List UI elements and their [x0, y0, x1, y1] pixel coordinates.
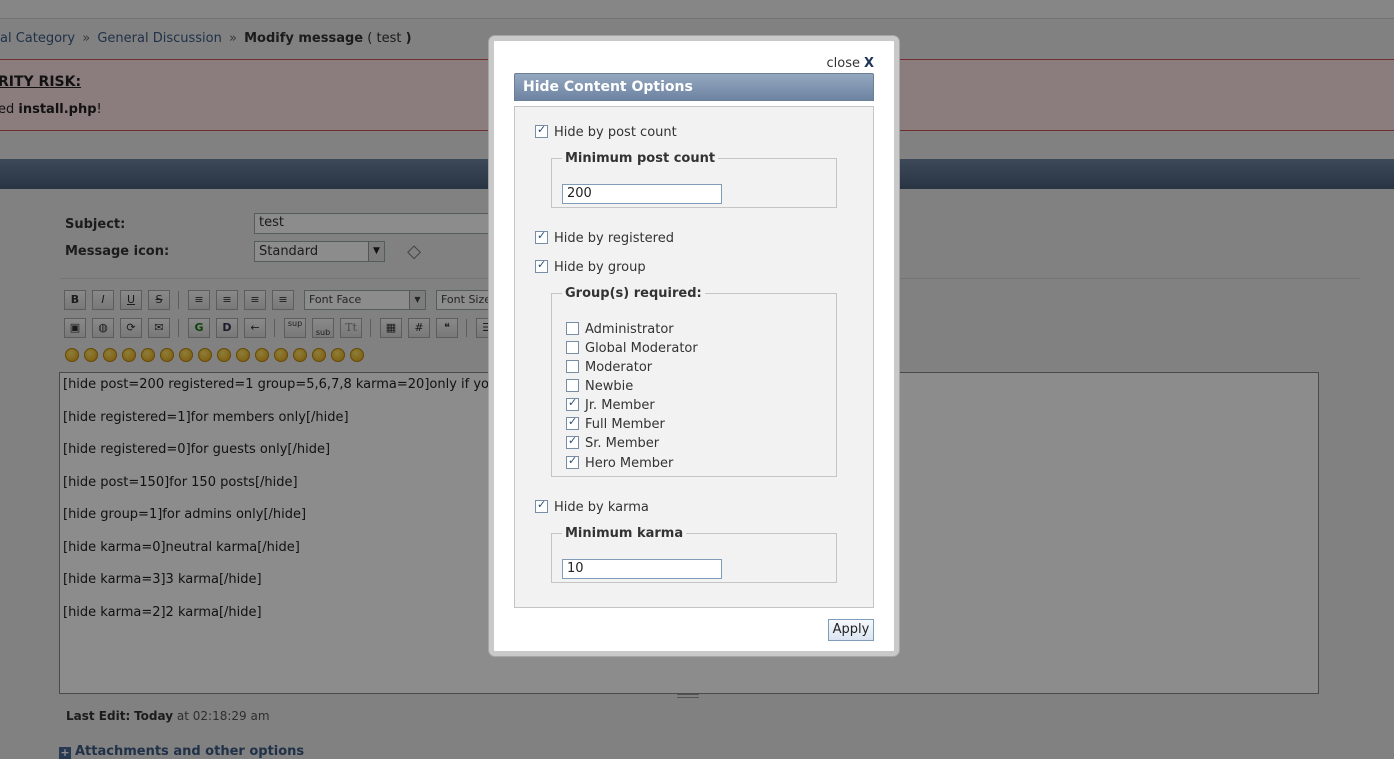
- hide-by-post-count-checkbox[interactable]: [535, 123, 548, 138]
- hide-by-group-option[interactable]: Hide by group: [535, 258, 646, 275]
- group-option-moderator[interactable]: Moderator: [566, 360, 652, 375]
- apply-button[interactable]: Apply: [828, 619, 874, 641]
- group-option-sr-member[interactable]: Sr. Member: [566, 434, 660, 451]
- hide-by-karma-checkbox[interactable]: [535, 498, 548, 513]
- modal-body: Hide by post count Minimum post count 20…: [514, 106, 874, 608]
- min-post-count-input[interactable]: 200: [562, 184, 722, 204]
- min-karma-input[interactable]: 10: [562, 559, 722, 579]
- group-checkbox[interactable]: [566, 379, 579, 392]
- group-option-newbie[interactable]: Newbie: [566, 379, 633, 394]
- hide-by-group-label: Hide by group: [554, 260, 646, 275]
- hide-by-post-count-option[interactable]: Hide by post count: [535, 123, 677, 140]
- group-checkbox[interactable]: [566, 360, 579, 373]
- hide-content-modal: close X Hide Content Options Hide by post…: [489, 36, 899, 656]
- close-button[interactable]: close X: [826, 56, 874, 71]
- hide-by-post-count-label: Hide by post count: [554, 125, 677, 140]
- group-checkbox[interactable]: [566, 341, 579, 354]
- group-checkbox[interactable]: [566, 396, 579, 411]
- hide-by-registered-option[interactable]: Hide by registered: [535, 229, 674, 246]
- group-option-hero-member[interactable]: Hero Member: [566, 454, 674, 471]
- groups-required-legend: Group(s) required:: [565, 286, 702, 301]
- modal-title: Hide Content Options: [514, 73, 874, 101]
- group-label: Newbie: [585, 379, 634, 394]
- group-checkbox[interactable]: [566, 454, 579, 469]
- group-label: Hero Member: [585, 456, 674, 471]
- hide-by-registered-checkbox[interactable]: [535, 229, 548, 244]
- group-label: Administrator: [585, 322, 674, 337]
- group-option-jr-member[interactable]: Jr. Member: [566, 396, 655, 413]
- group-label: Sr. Member: [585, 436, 660, 451]
- min-post-count-legend: Minimum post count: [565, 151, 716, 166]
- group-option-administrator[interactable]: Administrator: [566, 322, 674, 337]
- group-checkbox[interactable]: [566, 322, 579, 335]
- group-label: Jr. Member: [585, 398, 655, 413]
- group-label: Full Member: [585, 417, 665, 432]
- hide-by-karma-option[interactable]: Hide by karma: [535, 498, 649, 515]
- group-checkbox[interactable]: [566, 415, 579, 430]
- group-label: Moderator: [585, 360, 653, 375]
- hide-by-group-checkbox[interactable]: [535, 258, 548, 273]
- hide-by-registered-label: Hide by registered: [554, 231, 674, 246]
- close-icon[interactable]: X: [864, 56, 874, 71]
- min-post-count-fieldset: Minimum post count 200: [551, 151, 837, 208]
- group-option-global-moderator[interactable]: Global Moderator: [566, 341, 698, 356]
- group-option-full-member[interactable]: Full Member: [566, 415, 665, 432]
- close-label: close: [826, 56, 860, 71]
- min-karma-legend: Minimum karma: [565, 526, 684, 541]
- min-karma-fieldset: Minimum karma 10: [551, 526, 837, 583]
- group-label: Global Moderator: [585, 341, 698, 356]
- hide-by-karma-label: Hide by karma: [554, 500, 649, 515]
- groups-required-fieldset: Group(s) required: Administrator Global …: [551, 286, 837, 477]
- group-checkbox[interactable]: [566, 434, 579, 449]
